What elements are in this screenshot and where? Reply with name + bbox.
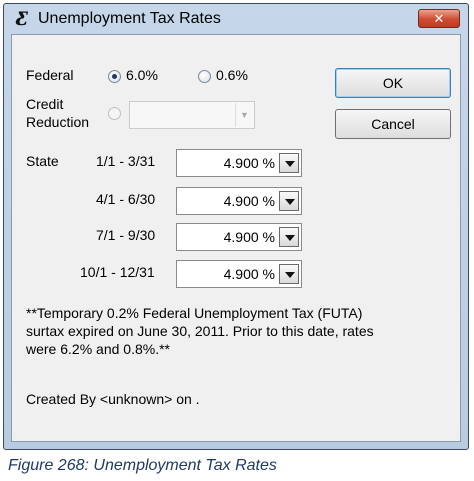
- rate-q4-combo[interactable]: 4.900 %: [176, 260, 302, 288]
- app-logo-icon: Ƹ: [15, 8, 29, 30]
- cancel-button[interactable]: Cancel: [335, 109, 451, 139]
- federal-6-0-radio[interactable]: [108, 70, 121, 83]
- dialog-window: Ƹ Unemployment Tax Rates ✕ Federal 6.0% …: [3, 3, 469, 450]
- figure-caption: Figure 268: Unemployment Tax Rates: [8, 457, 277, 474]
- period-q1-label: 1/1 - 3/31: [96, 153, 156, 169]
- rate-q1-value[interactable]: 4.900 %: [224, 155, 275, 171]
- dropdown-arrow-icon[interactable]: [279, 264, 299, 284]
- close-button[interactable]: ✕: [418, 9, 460, 28]
- rate-q3-combo[interactable]: 4.900 %: [176, 223, 302, 251]
- credit-reduction-dropdown[interactable]: ▼: [129, 101, 255, 129]
- period-q4-label: 10/1 - 12/31: [80, 264, 155, 280]
- reduction-label: Reduction: [26, 114, 90, 130]
- credit-reduction-radio[interactable]: [108, 107, 121, 120]
- federal-6-0-label[interactable]: 6.0%: [126, 67, 158, 83]
- rate-q3-value[interactable]: 4.900 %: [224, 229, 275, 245]
- dropdown-arrow-icon[interactable]: [279, 153, 299, 173]
- credit-label: Credit: [26, 96, 64, 112]
- state-label: State: [26, 153, 59, 169]
- federal-label: Federal: [26, 67, 74, 83]
- dropdown-arrow-icon[interactable]: [279, 191, 299, 211]
- futa-note: **Temporary 0.2% Federal Unemployment Ta…: [26, 304, 446, 358]
- dialog-body: Federal 6.0% 0.6% Credit Reduction ▼ OK …: [11, 34, 461, 442]
- federal-0-6-radio[interactable]: [198, 70, 211, 83]
- rate-q2-value[interactable]: 4.900 %: [224, 193, 275, 209]
- federal-0-6-label[interactable]: 0.6%: [216, 67, 248, 83]
- rate-q4-value[interactable]: 4.900 %: [224, 266, 275, 282]
- dropdown-arrow-icon[interactable]: [279, 227, 299, 247]
- note-line-1: **Temporary 0.2% Federal Unemployment Ta…: [26, 305, 363, 321]
- period-q3-label: 7/1 - 9/30: [96, 227, 156, 243]
- rate-q2-combo[interactable]: 4.900 %: [176, 187, 302, 215]
- note-line-3: were 6.2% and 0.8%.**: [26, 341, 170, 357]
- window-title: Unemployment Tax Rates: [38, 10, 221, 27]
- ok-button[interactable]: OK: [335, 68, 451, 98]
- period-q2-label: 4/1 - 6/30: [96, 191, 156, 207]
- close-icon: ✕: [433, 11, 445, 26]
- title-bar[interactable]: Ƹ Unemployment Tax Rates ✕: [4, 4, 468, 34]
- created-by-text: Created By <unknown> on .: [26, 391, 200, 407]
- chevron-down-icon: ▼: [235, 103, 253, 127]
- note-line-2: surtax expired on June 30, 2011. Prior t…: [26, 323, 374, 339]
- rate-q1-combo[interactable]: 4.900 %: [176, 149, 302, 177]
